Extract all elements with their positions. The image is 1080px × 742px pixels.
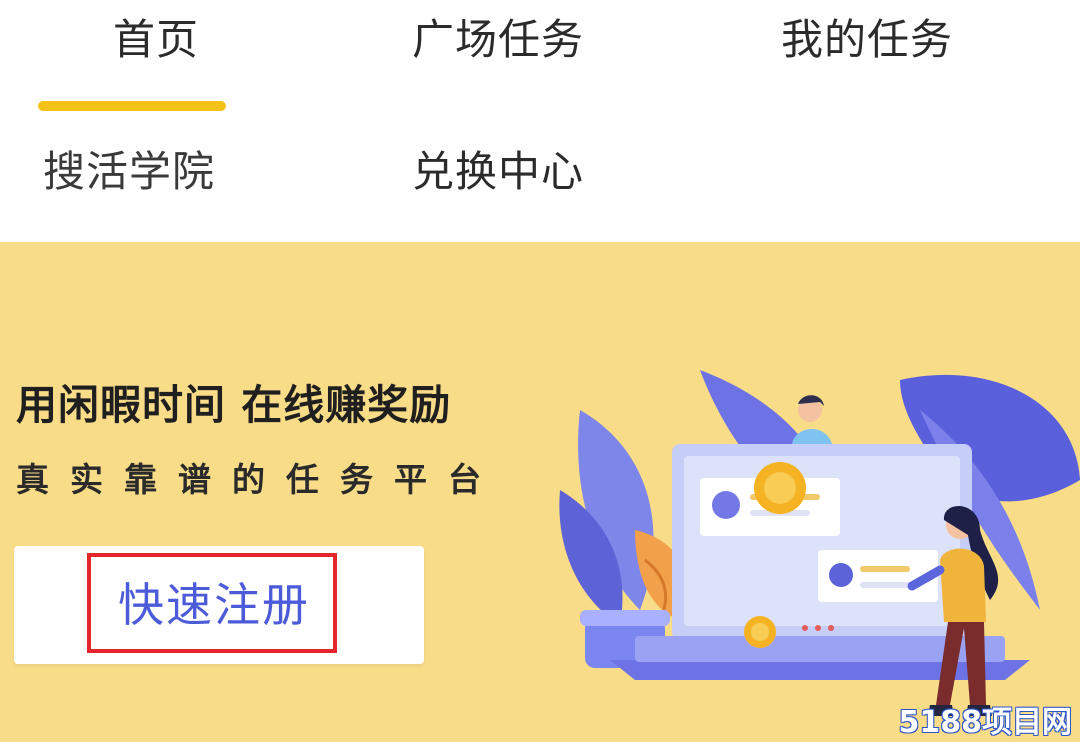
tab-exchange-center[interactable]: 兑换中心 xyxy=(412,151,584,193)
tab-my-tasks[interactable]: 我的任务 xyxy=(781,19,953,61)
watermark-logo: 5188项目网 xyxy=(898,705,1073,740)
laptop-illustration xyxy=(559,370,1080,716)
tab-home[interactable]: 首页 xyxy=(113,19,199,61)
active-tab-indicator xyxy=(38,101,226,111)
banner-headline: 用闲暇时间 在线赚奖励 xyxy=(16,381,452,429)
tab-task-square[interactable]: 广场任务 xyxy=(412,19,584,61)
banner-subline: 真实靠谱的任务平台 xyxy=(16,460,502,499)
tab-academy[interactable]: 搜活学院 xyxy=(43,151,215,193)
top-navigation: 首页 广场任务 我的任务 搜活学院 兑换中心 xyxy=(0,0,1080,242)
register-button-label: 快速注册 xyxy=(118,578,310,632)
